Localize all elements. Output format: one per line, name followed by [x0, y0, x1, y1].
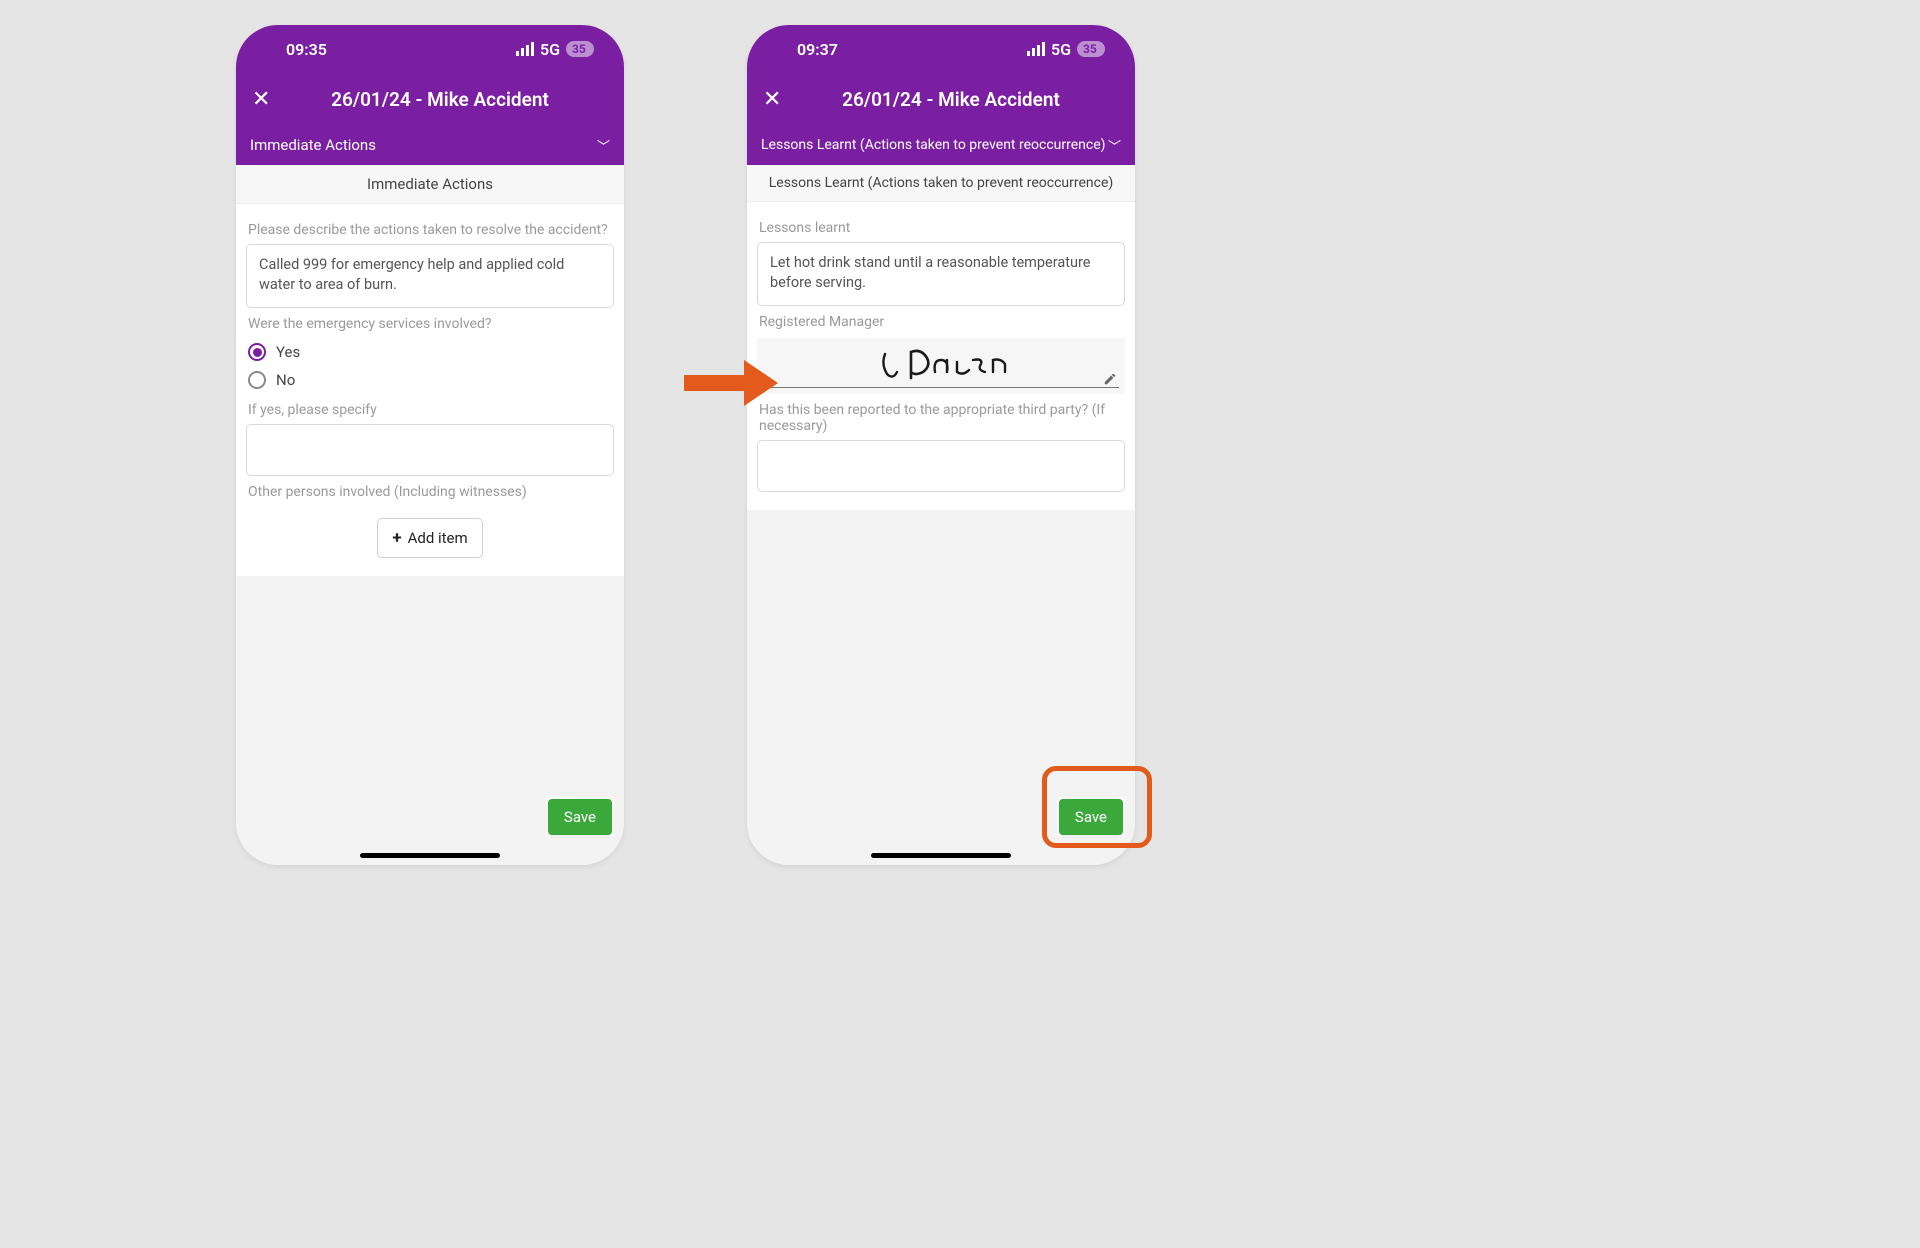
reported-input[interactable]	[757, 440, 1125, 492]
network-label: 5G	[1051, 40, 1071, 59]
lessons-label: Lessons learnt	[757, 212, 1125, 242]
save-button[interactable]: Save	[548, 799, 612, 835]
plus-icon: +	[392, 528, 401, 548]
status-bar: 09:35 5G 35	[236, 25, 624, 73]
radio-no-label: No	[276, 371, 295, 389]
status-right: 5G 35	[1027, 40, 1105, 59]
app-header: ✕ 26/01/24 - Mike Accident	[747, 73, 1135, 125]
battery-icon: 35	[566, 41, 594, 57]
radio-yes-label: Yes	[276, 343, 300, 361]
specify-label: If yes, please specify	[246, 394, 614, 424]
status-right: 5G 35	[516, 40, 594, 59]
dropdown-label: Lessons Learnt (Actions taken to prevent…	[761, 137, 1106, 153]
chevron-down-icon: ﹀	[1108, 136, 1121, 155]
status-bar: 09:37 5G 35	[747, 25, 1135, 73]
signature-line	[763, 387, 1119, 388]
emergency-label: Were the emergency services involved?	[246, 308, 614, 338]
save-button-wrap: Save	[546, 797, 614, 837]
form-body: Lessons learnt Let hot drink stand until…	[747, 202, 1135, 510]
phone-screen-right: 09:37 5G 35 ✕ 26/01/24 - Mike Accident L…	[747, 25, 1135, 865]
chevron-down-icon: ﹀	[597, 136, 610, 155]
save-button-wrap: Save	[1057, 797, 1125, 837]
reported-label: Has this been reported to the appropriat…	[757, 394, 1125, 440]
home-indicator	[871, 853, 1011, 858]
close-icon[interactable]: ✕	[252, 87, 274, 112]
radio-yes[interactable]: Yes	[246, 338, 614, 366]
arrow-annotation	[684, 360, 778, 406]
phone-screen-left: 09:35 5G 35 ✕ 26/01/24 - Mike Accident I…	[236, 25, 624, 865]
lessons-input[interactable]: Let hot drink stand until a reasonable t…	[757, 242, 1125, 306]
status-time: 09:37	[797, 40, 838, 59]
add-item-button[interactable]: + Add item	[377, 518, 482, 558]
section-dropdown[interactable]: Immediate Actions ﹀	[236, 125, 624, 165]
others-label: Other persons involved (Including witnes…	[246, 476, 614, 506]
close-icon[interactable]: ✕	[763, 87, 785, 112]
home-indicator	[360, 853, 500, 858]
section-title: Immediate Actions	[236, 165, 624, 204]
actions-label: Please describe the actions taken to res…	[246, 214, 614, 244]
signal-icon	[516, 42, 534, 56]
signature-field[interactable]	[757, 338, 1125, 394]
section-dropdown[interactable]: Lessons Learnt (Actions taken to prevent…	[747, 125, 1135, 165]
battery-icon: 35	[1077, 41, 1105, 57]
radio-icon	[248, 371, 266, 389]
page-title: 26/01/24 - Mike Accident	[783, 88, 1119, 111]
radio-icon	[248, 343, 266, 361]
specify-input[interactable]	[246, 424, 614, 476]
dropdown-label: Immediate Actions	[250, 136, 376, 154]
app-header: ✕ 26/01/24 - Mike Accident	[236, 73, 624, 125]
radio-no[interactable]: No	[246, 366, 614, 394]
manager-label: Registered Manager	[757, 306, 1125, 336]
save-button[interactable]: Save	[1059, 799, 1123, 835]
add-item-label: Add item	[408, 529, 468, 547]
signal-icon	[1027, 42, 1045, 56]
page-title: 26/01/24 - Mike Accident	[272, 88, 608, 111]
form-body: Please describe the actions taken to res…	[236, 204, 624, 576]
network-label: 5G	[540, 40, 560, 59]
signature-image	[877, 342, 1037, 386]
status-time: 09:35	[286, 40, 327, 59]
actions-input[interactable]: Called 999 for emergency help and applie…	[246, 244, 614, 308]
section-title: Lessons Learnt (Actions taken to prevent…	[747, 165, 1135, 202]
pencil-icon[interactable]	[1103, 372, 1117, 386]
